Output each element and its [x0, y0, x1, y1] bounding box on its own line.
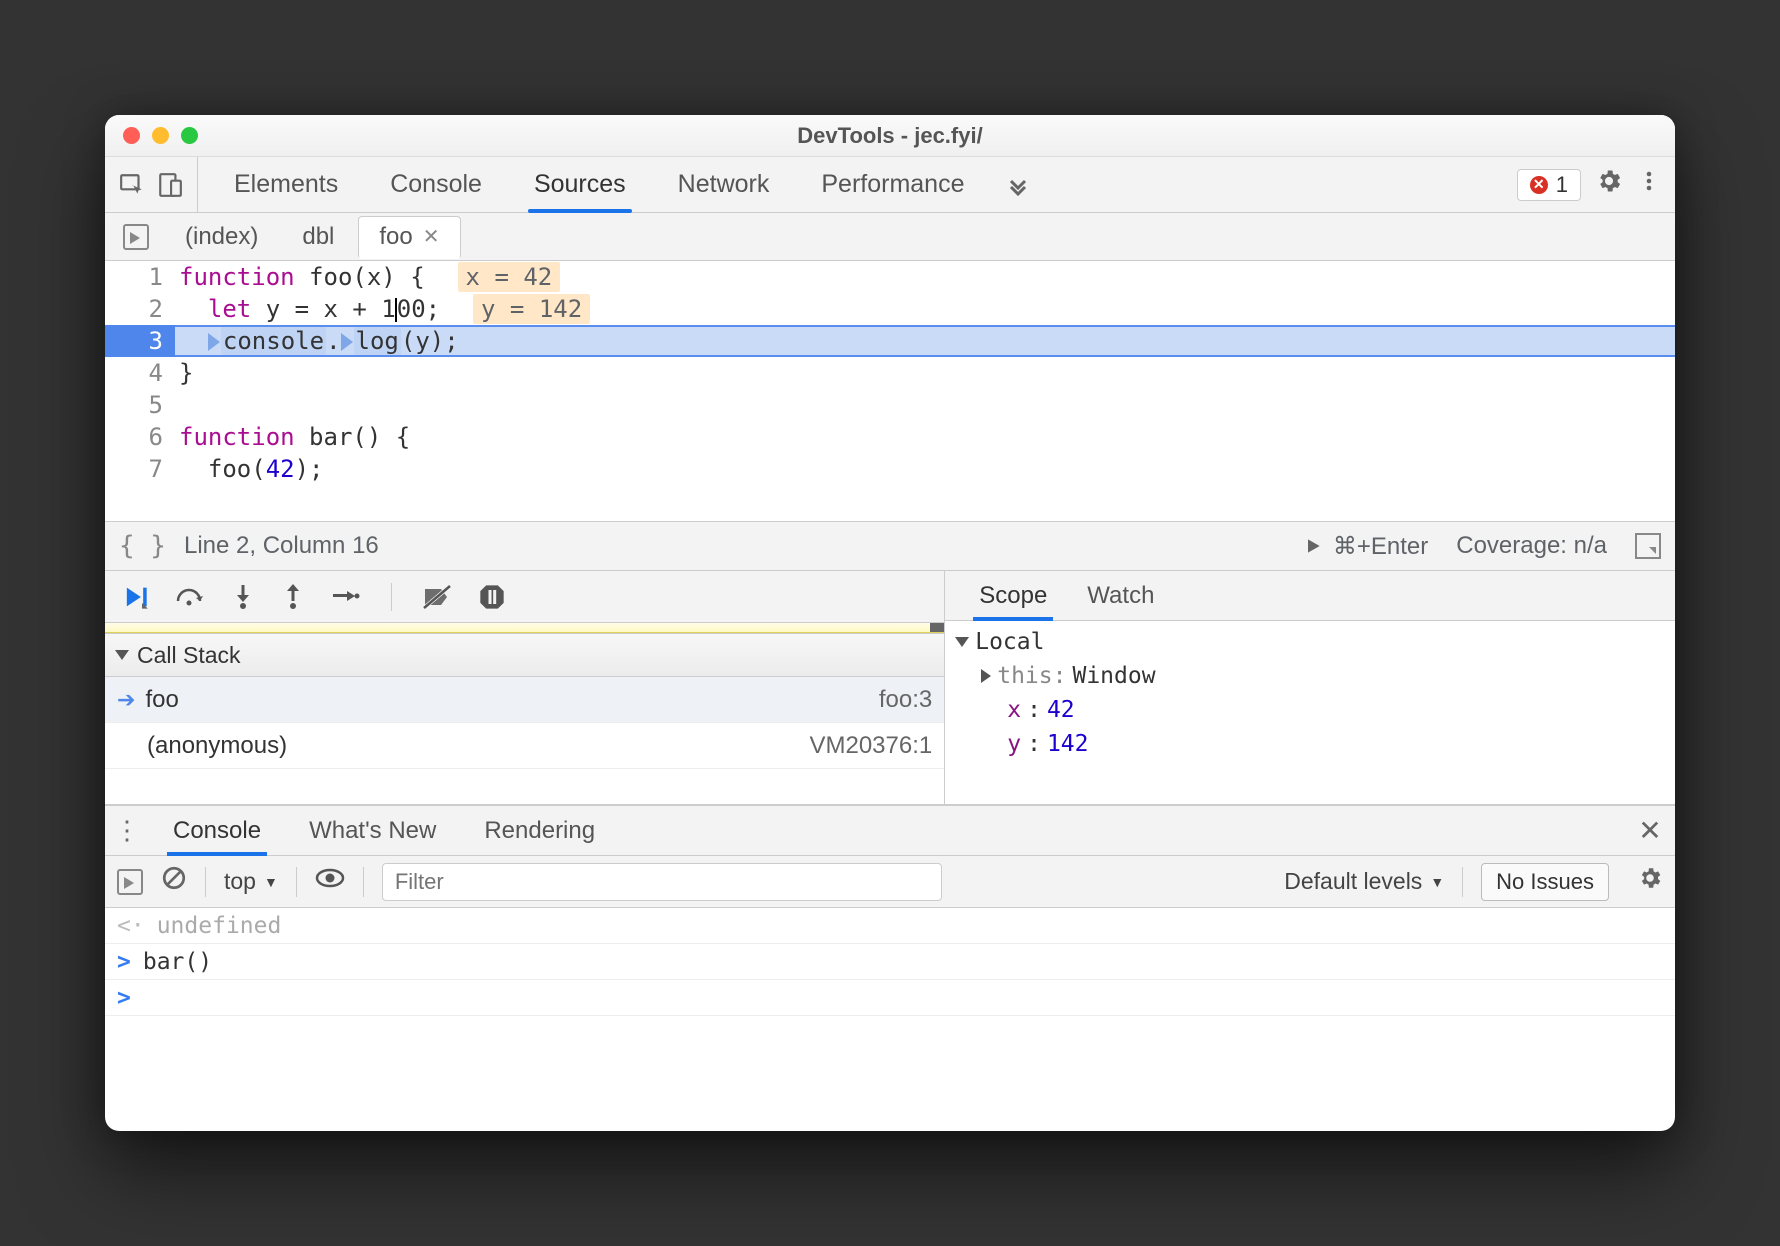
run-snippet-hint[interactable]: ⌘+Enter — [1303, 532, 1428, 561]
scope-watch-tabs: ScopeWatch — [945, 571, 1675, 621]
drawer-menu-icon[interactable]: ⋮ — [105, 806, 149, 855]
scope-tab-scope[interactable]: Scope — [959, 571, 1067, 620]
editor-statusbar: { } Line 2, Column 16 ⌘+Enter Coverage: … — [105, 521, 1675, 571]
issues-button[interactable]: No Issues — [1481, 863, 1609, 901]
console-sidebar-icon[interactable] — [117, 869, 143, 895]
console-output[interactable]: <·undefined>bar()> — [105, 908, 1675, 1131]
step-out-icon[interactable] — [281, 583, 305, 611]
code-line[interactable]: console.log(y); — [175, 325, 1675, 357]
log-levels-selector[interactable]: Default levels ▼ — [1284, 868, 1444, 895]
code-line[interactable]: function bar() { — [175, 421, 1675, 453]
file-tab[interactable]: dbl — [282, 216, 354, 258]
line-number[interactable]: 3 — [105, 325, 175, 357]
call-stack-frame[interactable]: (anonymous)VM20376:1 — [105, 723, 944, 769]
live-expression-icon[interactable] — [315, 867, 345, 896]
coverage-status: Coverage: n/a — [1456, 532, 1607, 560]
file-tab-strip: (index)dblfoo✕ — [105, 213, 1675, 261]
scope-variable[interactable]: this: Window — [955, 659, 1675, 693]
minimize-window-button[interactable] — [152, 127, 169, 144]
titlebar: DevTools - jec.fyi/ — [105, 115, 1675, 157]
more-tabs-button[interactable] — [990, 157, 1046, 212]
device-toolbar-icon[interactable] — [157, 172, 183, 198]
pause-exceptions-icon[interactable] — [478, 583, 506, 611]
settings-icon[interactable] — [1595, 167, 1623, 202]
cursor-position: Line 2, Column 16 — [184, 532, 379, 560]
show-navigator-icon[interactable] — [123, 224, 149, 250]
scope-tree[interactable]: Local this: Windowx: 42y: 142 — [945, 621, 1675, 804]
console-settings-icon[interactable] — [1637, 865, 1663, 898]
execution-context-selector[interactable]: top ▼ — [224, 868, 278, 895]
code-line[interactable]: foo(42); — [175, 453, 1675, 485]
error-count-badge[interactable]: ✕ 1 — [1517, 169, 1581, 201]
call-stack-list: ➔foofoo:3(anonymous)VM20376:1 — [105, 677, 944, 769]
drawer-tab-console[interactable]: Console — [149, 806, 285, 855]
scope-variable[interactable]: y: 142 — [955, 727, 1675, 761]
code-line[interactable]: function foo(x) { x = 42 — [175, 261, 1675, 293]
tab-network[interactable]: Network — [652, 157, 796, 212]
line-number[interactable]: 6 — [105, 421, 175, 453]
console-toolbar: top ▼ Default levels ▼ No Issues — [105, 856, 1675, 908]
tab-sources[interactable]: Sources — [508, 157, 652, 212]
drawer-tab-rendering[interactable]: Rendering — [460, 806, 619, 855]
code-line[interactable]: let y = x + 100; y = 142 — [175, 293, 1675, 325]
console-line[interactable]: <·undefined — [105, 908, 1675, 944]
clear-console-icon[interactable] — [161, 865, 187, 898]
scope-tab-watch[interactable]: Watch — [1067, 571, 1174, 620]
line-number[interactable]: 7 — [105, 453, 175, 485]
source-editor[interactable]: 1function foo(x) { x = 422 let y = x + 1… — [105, 261, 1675, 521]
zoom-window-button[interactable] — [181, 127, 198, 144]
sidebar-toggle-icon[interactable] — [1635, 533, 1661, 559]
tab-elements[interactable]: Elements — [208, 157, 364, 212]
traffic-lights — [105, 127, 198, 144]
debugger-pane: Call Stack ➔foofoo:3(anonymous)VM20376:1… — [105, 571, 1675, 805]
drawer-tab-strip: ⋮ ConsoleWhat's NewRendering ✕ — [105, 806, 1675, 856]
file-tab[interactable]: (index) — [165, 216, 278, 258]
tab-console[interactable]: Console — [364, 157, 508, 212]
resume-icon[interactable] — [121, 583, 149, 611]
tab-performance[interactable]: Performance — [795, 157, 990, 212]
file-tab[interactable]: foo✕ — [358, 216, 460, 259]
main-tab-strip: ElementsConsoleSourcesNetworkPerformance… — [105, 157, 1675, 213]
step-over-icon[interactable] — [175, 583, 205, 611]
line-number[interactable]: 1 — [105, 261, 175, 293]
window-title: DevTools - jec.fyi/ — [105, 123, 1675, 149]
drawer: ⋮ ConsoleWhat's NewRendering ✕ top ▼ Def… — [105, 805, 1675, 1131]
close-drawer-icon[interactable]: ✕ — [1625, 806, 1675, 855]
code-line[interactable]: } — [175, 357, 1675, 389]
paused-indicator — [105, 623, 944, 633]
line-number[interactable]: 4 — [105, 357, 175, 389]
line-number[interactable]: 2 — [105, 293, 175, 325]
call-stack-header[interactable]: Call Stack — [105, 633, 944, 677]
console-filter-input[interactable] — [382, 863, 942, 901]
call-stack-frame[interactable]: ➔foofoo:3 — [105, 677, 944, 723]
console-line[interactable]: > — [105, 980, 1675, 1016]
debugger-toolbar — [105, 571, 944, 623]
scope-variable[interactable]: x: 42 — [955, 693, 1675, 727]
pretty-print-icon[interactable]: { } — [119, 531, 166, 561]
chevron-down-icon — [115, 650, 129, 660]
error-count: 1 — [1556, 172, 1568, 198]
chevron-down-icon: ▼ — [264, 874, 278, 890]
drawer-tab-what-s-new[interactable]: What's New — [285, 806, 460, 855]
error-icon: ✕ — [1530, 176, 1548, 194]
kebab-menu-icon[interactable] — [1637, 167, 1661, 202]
deactivate-breakpoints-icon[interactable] — [422, 584, 452, 610]
close-window-button[interactable] — [123, 127, 140, 144]
inspect-element-icon[interactable] — [119, 172, 145, 198]
chevron-down-icon — [955, 637, 969, 647]
step-into-icon[interactable] — [231, 583, 255, 611]
close-tab-icon[interactable]: ✕ — [423, 224, 440, 249]
console-line[interactable]: >bar() — [105, 944, 1675, 980]
chevron-down-icon: ▼ — [1430, 874, 1444, 890]
line-number[interactable]: 5 — [105, 389, 175, 421]
chevron-right-icon — [981, 669, 991, 683]
devtools-window: DevTools - jec.fyi/ ElementsConsoleSourc… — [105, 115, 1675, 1131]
step-icon[interactable] — [331, 585, 361, 609]
